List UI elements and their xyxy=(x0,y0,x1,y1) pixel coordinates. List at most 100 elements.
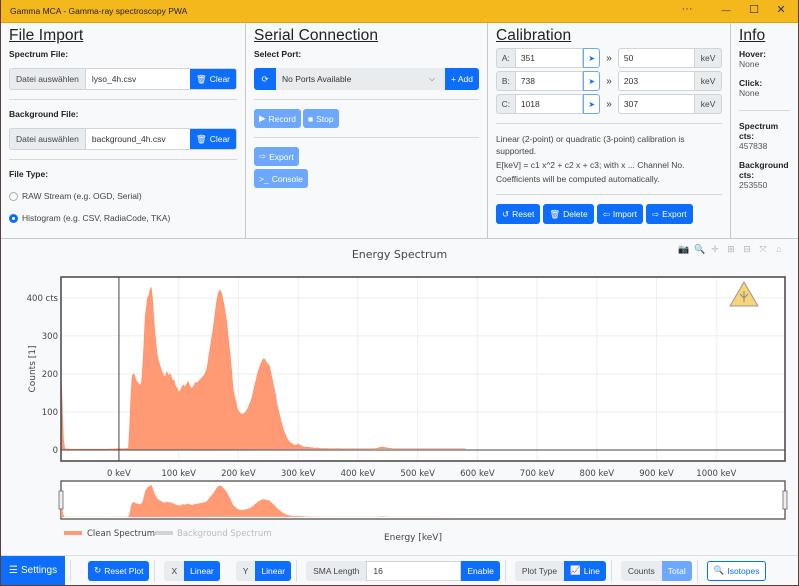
serial-export-button[interactable]: ⇨ Export xyxy=(254,147,299,166)
spectrum-file-label: Spectrum File: xyxy=(9,49,69,59)
search-icon: 🔍 xyxy=(713,565,725,575)
spectrum-file-input: Datei auswählen lyso_4h.csv 🗑 Clear xyxy=(9,68,237,90)
energy-input[interactable]: 203 xyxy=(617,71,696,91)
calibration-export-button[interactable]: ⇨ Export xyxy=(645,204,693,224)
point-key: C: xyxy=(496,94,516,114)
clear-spectrum-button[interactable]: 🗑 Clear xyxy=(189,69,236,89)
port-selector-group: ⟳ No Ports Available ⌵ + Add xyxy=(254,68,479,90)
calibration-delete-button[interactable]: 🗑 Delete xyxy=(543,204,594,224)
energy-input[interactable]: 307 xyxy=(617,94,696,114)
x-tick-label: 800 keV xyxy=(580,469,615,479)
radio-checked-icon xyxy=(9,213,18,223)
counts-label: Counts xyxy=(620,560,662,581)
legend-clean-spectrum: Clean Spectrum xyxy=(87,529,155,539)
select-port-label: Select Port: xyxy=(254,49,302,59)
divider xyxy=(254,137,479,138)
spectrum-counts-label: Spectrum xyxy=(739,121,779,131)
port-value: No Ports Available xyxy=(282,74,352,84)
port-select[interactable]: No Ports Available ⌵ xyxy=(276,68,446,90)
filetype-raw-radio[interactable]: RAW Stream (e.g. OGD, Serial) xyxy=(9,191,237,201)
add-port-button[interactable]: + Add xyxy=(445,68,479,90)
spectrum-counts-value: 457838 xyxy=(739,141,768,151)
app-window: Gamma MCA - Gamma-ray spectroscopy PWA ·… xyxy=(1,0,798,585)
spectrum-file-chooser[interactable]: Datei auswählen xyxy=(10,69,86,89)
radio-unchecked-icon xyxy=(9,191,18,201)
x-axis-label: Energy [keV] xyxy=(384,533,442,543)
double-chevron-icon: » xyxy=(606,75,612,87)
isotopes-button[interactable]: 🔍 Isotopes xyxy=(706,560,767,581)
close-button[interactable]: ✕ xyxy=(771,3,791,16)
calibration-import-button[interactable]: ⇦ Import xyxy=(596,204,643,224)
file-export-icon: ⇨ xyxy=(259,151,267,161)
clear-background-button[interactable]: 🗑 Clear xyxy=(189,129,236,149)
double-chevron-icon: » xyxy=(606,98,612,110)
channel-input[interactable]: 738 xyxy=(515,71,584,91)
filetype-histogram-radio[interactable]: Histogram (e.g. CSV, RadiaCode, TKA) xyxy=(9,213,237,223)
calibration-note: Linear (2-point) or quadratic (3-point) … xyxy=(496,134,685,156)
background-file-input: Datei auswählen background_4h.csv 🗑 Clea… xyxy=(9,128,237,150)
counts-group: Counts Total xyxy=(620,560,692,581)
x-scale-group: X Linear xyxy=(164,560,220,581)
file-import-icon: ⇦ xyxy=(602,208,610,219)
spectrum-counts-label-2: cts: xyxy=(739,131,755,141)
energy-input[interactable]: 50 xyxy=(617,48,696,68)
sma-length-input[interactable]: 16 xyxy=(366,560,462,581)
point-key: A: xyxy=(496,48,516,68)
record-label: Record xyxy=(268,113,296,124)
settings-label: Settings xyxy=(20,565,58,576)
calibration-formula: E[keV] = c1 x^2 + c2 x + c3; with x ... … xyxy=(496,160,685,170)
export-label: Export xyxy=(662,209,687,219)
double-chevron-icon: » xyxy=(606,52,612,64)
x-scale-toggle[interactable]: Linear xyxy=(184,560,220,581)
channel-input[interactable]: 351 xyxy=(515,48,584,68)
export-label: Export xyxy=(269,151,294,162)
file-import-heading: File Import xyxy=(9,27,84,44)
hover-label: Hover: xyxy=(739,49,766,59)
y-scale-toggle[interactable]: Linear xyxy=(255,560,292,581)
divider xyxy=(504,559,506,582)
counts-total-toggle[interactable]: Total xyxy=(661,560,692,581)
stop-button[interactable]: ■ Stop xyxy=(302,109,339,128)
calibration-reset-button[interactable]: ↺ Reset xyxy=(496,204,541,224)
refresh-ports-button[interactable]: ⟳ xyxy=(254,68,276,90)
record-button[interactable]: ▶ Record xyxy=(254,109,301,128)
calibration-heading: Calibration xyxy=(496,27,572,44)
trash-icon: 🗑 xyxy=(195,133,207,144)
pick-channel-button[interactable]: ➤ xyxy=(583,71,601,91)
background-file-chooser[interactable]: Datei auswählen xyxy=(10,129,86,149)
plot-type-group: Plot Type 📈 Line xyxy=(514,560,606,581)
pick-channel-button[interactable]: ➤ xyxy=(583,94,601,114)
x-tick-label: 400 keV xyxy=(341,469,376,479)
settings-button[interactable]: ☰ Settings xyxy=(1,556,66,585)
divider xyxy=(739,110,790,111)
play-icon: ▶ xyxy=(259,113,266,123)
divider xyxy=(70,559,72,582)
calibration-panel: Calibration A: 351 ➤ » 50 keV B: 738 ➤ »… xyxy=(488,23,731,238)
background-file-name[interactable]: background_4h.csv xyxy=(85,129,190,149)
spectrum-file-name[interactable]: lyso_4h.csv xyxy=(85,69,190,89)
divider xyxy=(610,559,612,582)
pick-channel-button[interactable]: ➤ xyxy=(583,48,601,68)
plot-type-label: Plot Type xyxy=(514,560,565,581)
more-options-button[interactable]: ··· xyxy=(677,3,697,15)
y-tick-label: 100 xyxy=(42,408,58,418)
range-slider-handle-right xyxy=(782,490,788,510)
undo-icon: ↺ xyxy=(502,208,510,219)
line-chart-icon: 📈 xyxy=(570,565,581,575)
file-type-label: File Type: xyxy=(9,169,49,179)
spectrum-chart[interactable]: 0 keV 100 keV 200 keV 300 keV 400 keV 500 keV… xyxy=(1,239,798,556)
console-button[interactable]: >_ Console xyxy=(254,169,308,188)
background-file-label: Background File: xyxy=(9,109,79,119)
maximize-button[interactable]: ☐ xyxy=(744,3,764,16)
plot-type-toggle[interactable]: 📈 Line xyxy=(564,560,606,581)
radio-label: Histogram (e.g. CSV, RadiaCode, TKA) xyxy=(22,213,171,223)
sma-enable-button[interactable]: Enable xyxy=(461,560,500,581)
info-panel: Info Hover: None Click: None Spectrum ct… xyxy=(731,23,798,238)
console-label: Console xyxy=(271,173,303,184)
minimize-button[interactable]: — xyxy=(716,5,736,15)
clear-label: Clear xyxy=(209,134,230,144)
reset-plot-button[interactable]: ↻ Reset Plot xyxy=(88,560,150,581)
y-axis-label: Counts [1] xyxy=(28,345,38,392)
point-key: B: xyxy=(496,71,516,91)
channel-input[interactable]: 1018 xyxy=(515,94,584,114)
